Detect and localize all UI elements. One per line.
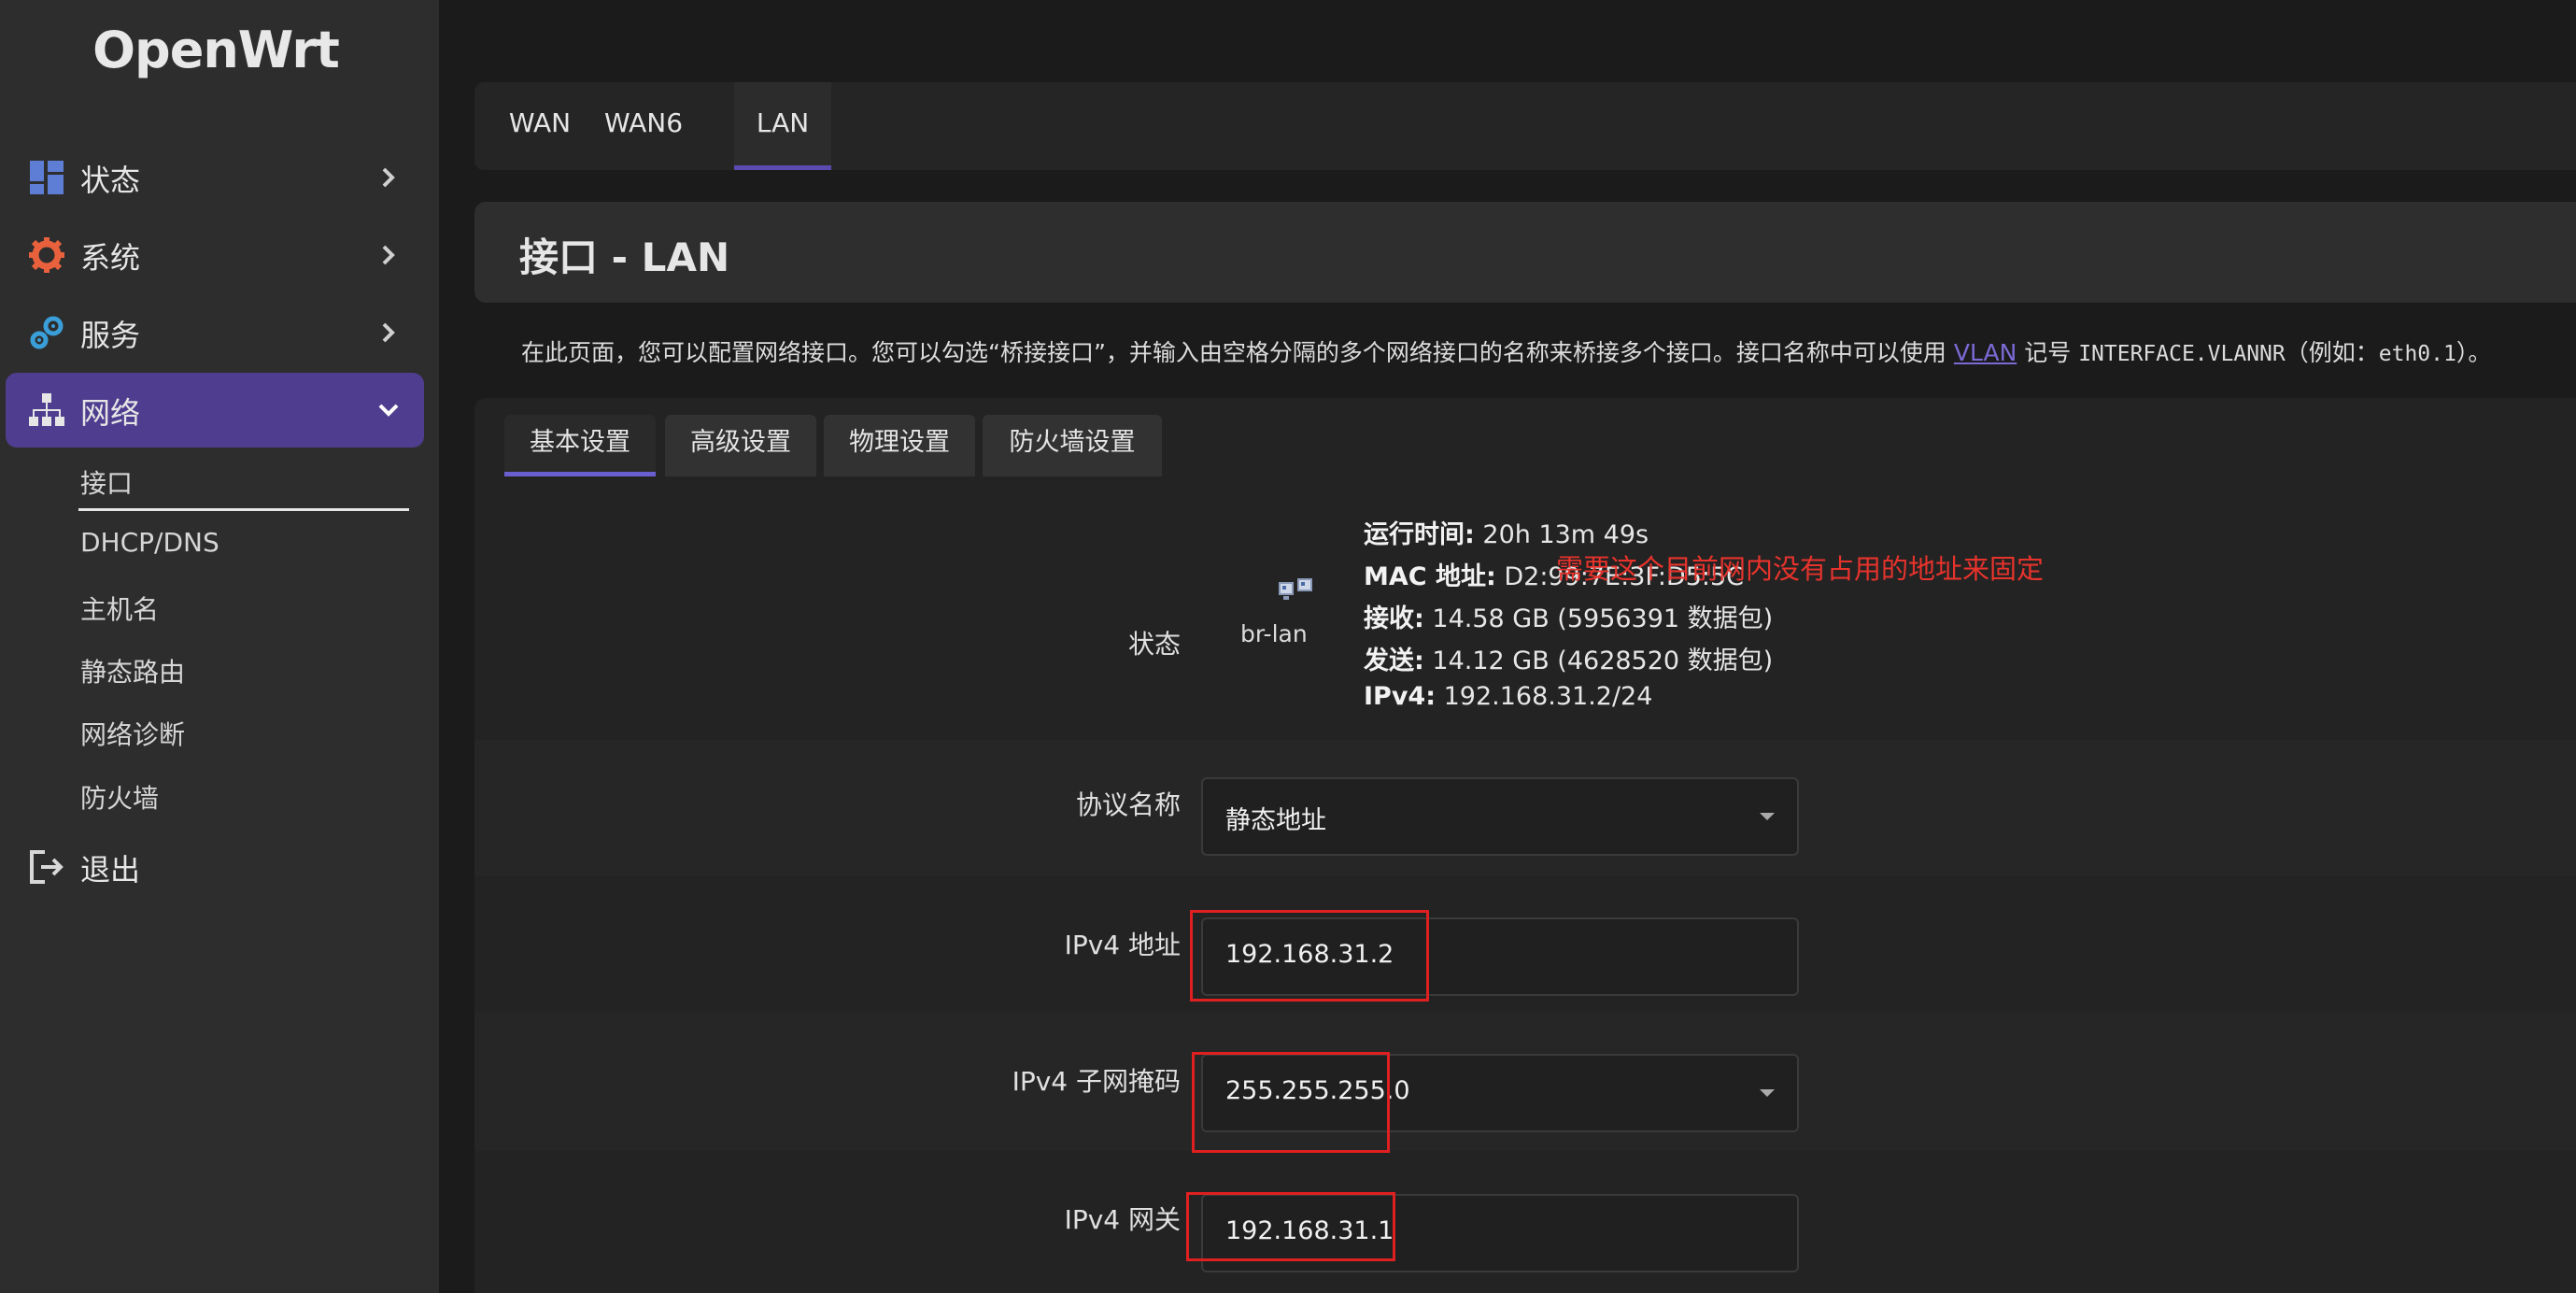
chevron-right-icon xyxy=(382,322,395,343)
chevron-right-icon xyxy=(382,245,395,265)
sidebar-subitem-diagnostics[interactable]: 网络诊断 xyxy=(80,715,185,752)
page-header: 接口 - LAN xyxy=(474,202,2576,303)
tab-firewall-settings[interactable]: 防火墙设置 xyxy=(983,415,1162,476)
page-title: 接口 - LAN xyxy=(519,234,730,280)
status-uptime: 运行时间: 20h 13m 49s xyxy=(1364,514,1649,550)
ipv4-gateway-label: IPv4 网关 xyxy=(1064,1204,1181,1235)
highlight-box xyxy=(1192,1052,1390,1153)
tab-basic-settings[interactable]: 基本设置 xyxy=(504,415,656,476)
status-value: 14.12 GB (4628520 数据包) xyxy=(1423,646,1774,675)
gear-icon xyxy=(29,237,64,273)
description-code: eth0.1 xyxy=(2378,342,2456,366)
sidebar-item-label: 网络 xyxy=(80,395,141,431)
tab-advanced-settings[interactable]: 高级设置 xyxy=(665,415,816,476)
ipv4-netmask-label: IPv4 子网掩码 xyxy=(1012,1066,1181,1097)
protocol-row: 协议名称 静态地址 xyxy=(474,740,2576,876)
tab-physical-settings[interactable]: 物理设置 xyxy=(824,415,975,476)
tab-wan6[interactable]: WAN6 xyxy=(594,82,693,170)
status-value: 20h 13m 49s xyxy=(1474,520,1649,549)
highlight-box xyxy=(1190,910,1429,1002)
sidebar-item-label: 退出 xyxy=(80,852,141,888)
network-tree-icon xyxy=(29,393,64,426)
annotation-text: 需要这个目前网内没有占用的地址来固定 xyxy=(1556,553,2045,585)
description-text: 记号 xyxy=(2017,339,2079,366)
sidebar-subitem-hostnames[interactable]: 主机名 xyxy=(80,590,159,627)
sidebar-item-network[interactable]: 网络 xyxy=(6,373,424,448)
sidebar-subitem-firewall[interactable]: 防火墙 xyxy=(80,778,159,816)
sidebar-item-label: 系统 xyxy=(80,240,141,276)
status-tx: 发送: 14.12 GB (4628520 数据包) xyxy=(1364,640,1773,676)
ipv4-netmask-row: IPv4 子网掩码 255.255.255.0 xyxy=(474,1013,2576,1153)
status-label: 状态 xyxy=(1127,629,1181,660)
page-description: 在此页面，您可以配置网络接口。您可以勾选“桥接接口”，并输入由空格分隔的多个网络… xyxy=(521,334,2491,368)
sidebar: OpenWrt 状态 系统 服务 网络 接口 DHCP/DNS 主机名 静态路由… xyxy=(0,0,439,1293)
bridge-device-icon xyxy=(1279,578,1312,600)
dropdown-caret-icon xyxy=(1760,1089,1775,1097)
sidebar-item-label: 服务 xyxy=(80,318,141,353)
dropdown-caret-icon xyxy=(1760,813,1775,820)
status-key: 发送: xyxy=(1364,646,1424,675)
status-rx: 接收: 14.58 GB (5956391 数据包) xyxy=(1364,598,1773,634)
status-key: 接收: xyxy=(1364,604,1424,633)
status-value: 14.58 GB (5956391 数据包) xyxy=(1423,604,1774,633)
logout-icon xyxy=(30,850,64,884)
ipv4-address-row: IPv4 地址 192.168.31.2 xyxy=(474,876,2576,1013)
chevron-right-icon xyxy=(382,167,395,188)
description-text: ）。 xyxy=(2456,339,2492,366)
vlan-link[interactable]: VLAN xyxy=(1954,339,2017,366)
interface-tabs: WAN WAN6 LAN xyxy=(474,82,2576,170)
tab-wan[interactable]: WAN xyxy=(493,82,587,170)
sidebar-item-logout[interactable]: 退出 xyxy=(6,830,424,904)
status-key: 运行时间: xyxy=(1364,520,1475,549)
sidebar-item-system[interactable]: 系统 xyxy=(6,218,424,292)
sidebar-item-label: 状态 xyxy=(80,163,141,198)
description-text: 在此页面，您可以配置网络接口。您可以勾选“桥接接口”，并输入由空格分隔的多个网络… xyxy=(521,339,1954,366)
main-content: WAN WAN6 LAN 接口 - LAN 在此页面，您可以配置网络接口。您可以… xyxy=(439,0,2576,1293)
sidebar-subitem-static-routes[interactable]: 静态路由 xyxy=(80,652,185,689)
highlight-box xyxy=(1186,1192,1395,1261)
sidebar-subitem-dhcp-dns[interactable]: DHCP/DNS xyxy=(80,527,219,558)
settings-panel: 基本设置 高级设置 物理设置 防火墙设置 状态 br-lan 运行时间: 20h… xyxy=(474,398,2576,1293)
status-ipv4: IPv4: 192.168.31.2/24 xyxy=(1364,682,1652,711)
dashboard-icon xyxy=(30,161,64,194)
active-subitem-underline xyxy=(78,508,409,511)
status-key: IPv4: xyxy=(1364,682,1437,711)
status-value: 192.168.31.2/24 xyxy=(1436,682,1653,711)
status-key: MAC 地址: xyxy=(1364,562,1496,591)
status-device-name: br-lan xyxy=(1240,620,1308,647)
description-code: INTERFACE.VLANNR xyxy=(2078,342,2286,366)
sidebar-item-services[interactable]: 服务 xyxy=(6,295,424,370)
sidebar-subitem-interfaces[interactable]: 接口 xyxy=(80,463,133,501)
ipv4-address-label: IPv4 地址 xyxy=(1064,930,1181,960)
chevron-down-icon xyxy=(378,404,399,417)
protocol-label: 协议名称 xyxy=(1075,789,1181,820)
protocol-value: 静态地址 xyxy=(1225,806,1326,835)
sidebar-item-status[interactable]: 状态 xyxy=(6,140,424,215)
openwrt-logo: OpenWrt xyxy=(92,21,340,79)
description-text: （例如： xyxy=(2285,339,2379,366)
services-gears-icon xyxy=(30,316,64,349)
ipv4-gateway-row: IPv4 网关 192.168.31.1 xyxy=(474,1151,2576,1293)
tab-lan[interactable]: LAN xyxy=(734,82,831,170)
protocol-select[interactable]: 静态地址 xyxy=(1201,777,1799,856)
